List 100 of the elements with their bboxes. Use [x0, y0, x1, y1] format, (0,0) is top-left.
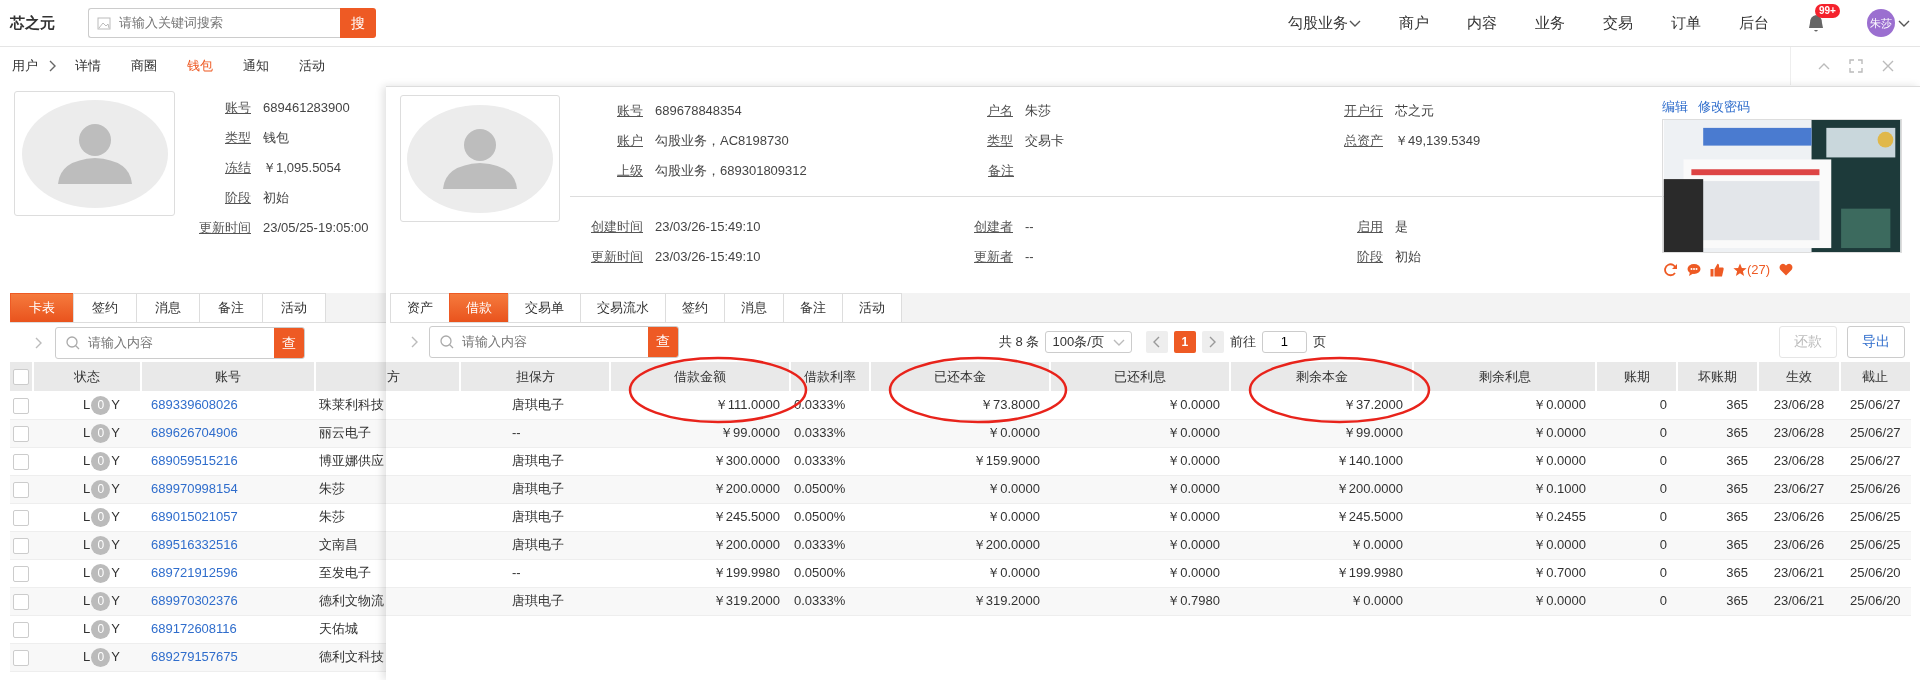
table-cell: ￥245.5000 [712, 509, 780, 525]
table-cell: 365 [1726, 565, 1748, 581]
table-cell: ￥73.8000 [980, 397, 1040, 412]
table-cell: 天佑城 [319, 621, 358, 637]
checkbox[interactable] [13, 565, 29, 582]
close-icon[interactable] [1880, 59, 1895, 73]
nav-item[interactable]: 内容 [1467, 11, 1497, 35]
checkbox[interactable] [13, 621, 29, 638]
heart-icon[interactable] [1779, 263, 1794, 277]
tab[interactable]: 签约 [73, 293, 137, 322]
tab[interactable]: 活动 [262, 293, 326, 322]
field-label: 账号 [616, 102, 643, 121]
total-count: 共 8 条 [999, 332, 1040, 351]
field-label: 账户 [616, 132, 643, 151]
table-cell: 25/06/27 [1850, 425, 1901, 441]
table-cell: 0 [1659, 593, 1667, 609]
column-header: 剩余利息 [1478, 368, 1531, 384]
table-cell: 23/06/28 [1773, 397, 1825, 412]
tab[interactable]: 签约 [665, 293, 725, 322]
table-cell: -- [512, 425, 521, 441]
checkbox[interactable] [13, 509, 29, 526]
thumbs-up-icon[interactable] [1710, 262, 1724, 277]
checkbox[interactable] [13, 397, 29, 414]
count-badge: 0 [91, 535, 111, 555]
column-header: 账号 [215, 368, 241, 384]
chat-icon[interactable] [1687, 262, 1701, 277]
page-size-select[interactable]: 100条/页 [1045, 330, 1132, 353]
checkbox[interactable] [13, 593, 29, 610]
account-link[interactable]: 689339608026 [151, 397, 238, 412]
table-cell: 365 [1726, 397, 1748, 412]
nav-item[interactable]: 交易 [1603, 11, 1633, 35]
fullscreen-icon[interactable] [1848, 59, 1863, 73]
nav-item[interactable]: 业务 [1535, 11, 1565, 35]
action-link[interactable]: 修改密码 [1698, 97, 1750, 119]
status-text: L [83, 425, 91, 441]
star-icon[interactable] [1733, 262, 1747, 277]
account-link[interactable]: 689015021057 [151, 509, 238, 525]
table-cell: ￥0.0000 [1533, 453, 1586, 469]
tab[interactable]: 消息 [136, 293, 200, 322]
field-value: 23/05/25-19:05:00 [263, 219, 369, 238]
tab[interactable]: 备注 [199, 293, 263, 322]
table-cell: 25/06/20 [1850, 565, 1901, 581]
nav-tab[interactable]: 活动 [299, 56, 325, 76]
checkbox[interactable] [13, 453, 29, 470]
export-button[interactable]: 导出 [1847, 325, 1905, 358]
tab[interactable]: 消息 [724, 293, 784, 322]
page-input[interactable]: 1 [1261, 330, 1307, 353]
checkbox[interactable] [13, 369, 29, 386]
table-cell: 0.0333% [794, 453, 846, 469]
prev-page-button[interactable] [1145, 330, 1168, 353]
account-link[interactable]: 689059515216 [151, 453, 238, 469]
table-cell: 0 [1659, 453, 1667, 469]
status-text: L [83, 649, 91, 665]
checkbox[interactable] [13, 649, 29, 666]
field-label: 创建者 [973, 218, 1013, 237]
page-suffix: 页 [1312, 332, 1326, 351]
field-label: 户名 [986, 102, 1013, 121]
table-cell: ￥37.2000 [1343, 397, 1403, 412]
field-value: 初始 [263, 189, 289, 208]
user-avatar[interactable]: 朱莎 [1867, 9, 1895, 37]
tab[interactable]: 资产 [390, 293, 450, 322]
breadcrumb-root[interactable]: 用户 [12, 56, 38, 76]
nav-tab[interactable]: 商圈 [131, 56, 157, 76]
nav-item[interactable]: 订单 [1671, 11, 1701, 35]
search-field[interactable]: 请输入关键词搜索 [88, 8, 340, 38]
nav-item[interactable]: 商户 [1399, 11, 1429, 35]
table-cell: 唐琪电子 [512, 397, 564, 412]
tab[interactable]: 交易单 [508, 293, 581, 322]
status-text: Y [111, 621, 120, 637]
action-link[interactable]: 编辑 [1662, 97, 1688, 119]
field-label: 更新时间 [590, 248, 643, 267]
status-text: Y [111, 397, 120, 412]
tab[interactable]: 备注 [783, 293, 843, 322]
nav-item[interactable]: 勾股业务 [1288, 11, 1361, 35]
table-cell: 唐琪电子 [512, 537, 564, 553]
bell-icon[interactable] [1807, 13, 1825, 34]
field-value: ￥49,139.5349 [1395, 132, 1481, 151]
account-link[interactable]: 689721912596 [151, 565, 238, 581]
table-cell: 丽云电子 [319, 425, 371, 441]
table-cell: 365 [1726, 481, 1748, 497]
rating-count: (27) [1747, 261, 1771, 279]
tab[interactable]: 交易流水 [580, 293, 666, 322]
tab[interactable]: 活动 [842, 293, 902, 322]
checkbox[interactable] [13, 537, 29, 554]
nav-tab[interactable]: 钱包 [187, 56, 213, 76]
status-text: Y [111, 649, 120, 665]
table-cell: -- [512, 565, 521, 581]
nav-tab[interactable]: 通知 [243, 56, 269, 76]
refresh-icon[interactable] [1664, 262, 1678, 277]
search-icon [66, 336, 80, 350]
nav-item[interactable]: 后台 [1739, 11, 1769, 35]
next-page-button[interactable] [1201, 330, 1224, 353]
table-cell: ￥0.0000 [1167, 397, 1220, 412]
field-label: 备注 [987, 162, 1014, 181]
checkbox[interactable] [13, 425, 29, 442]
search-input[interactable]: 请输入关键词搜索 [117, 12, 332, 34]
status-text: Y [111, 593, 120, 609]
checkbox[interactable] [13, 481, 29, 498]
nav-tab[interactable]: 详情 [75, 56, 101, 76]
account-link[interactable]: 689172608116 [151, 621, 237, 637]
